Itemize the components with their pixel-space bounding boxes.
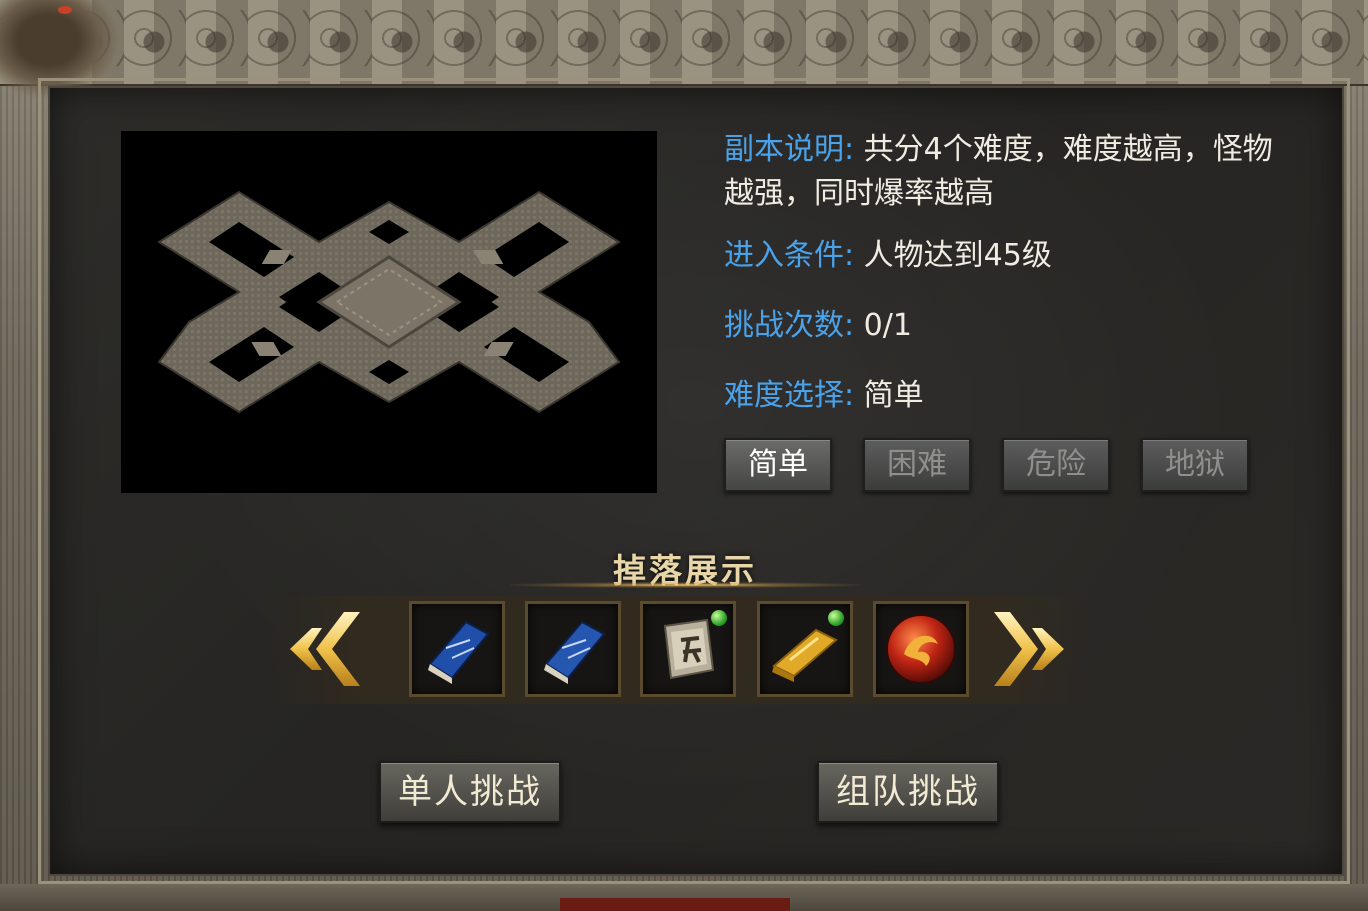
difficulty-button-danger[interactable]: 危险 — [1002, 438, 1110, 492]
dungeon-description: 副本说明: 共分4个难度，难度越高，怪物越强，同时爆率越高 — [724, 128, 1294, 216]
difficulty-button-easy[interactable]: 简单 — [724, 438, 832, 492]
drop-item-slot-2[interactable] — [525, 601, 621, 697]
solo-challenge-button[interactable]: 单人挑战 — [379, 761, 561, 823]
blue-book-icon — [544, 620, 606, 684]
attempt-count: 挑战次数: 0/1 — [724, 304, 912, 348]
frame-top-ornament — [0, 0, 1368, 86]
drop-item-slot-1[interactable] — [409, 601, 505, 697]
difficulty-selection: 难度选择: 简单 — [724, 374, 924, 418]
background-strip — [560, 898, 790, 911]
red-dragon-orb-icon — [886, 614, 956, 684]
scroll-left-arrow-icon[interactable] — [282, 612, 362, 686]
map-image — [157, 190, 621, 414]
drop-item-slot-5[interactable] — [873, 601, 969, 697]
entry-condition: 进入条件: 人物达到45级 — [724, 234, 1052, 278]
difficulty-value: 简单 — [863, 378, 924, 413]
description-label: 副本说明: — [724, 132, 855, 167]
difficulty-button-hard[interactable]: 困难 — [863, 438, 971, 492]
drop-item-slot-4[interactable] — [757, 601, 853, 697]
entry-value: 人物达到45级 — [863, 238, 1052, 273]
difficulty-label: 难度选择: — [724, 378, 855, 413]
green-gem-icon — [828, 610, 844, 626]
green-gem-icon — [711, 610, 727, 626]
difficulty-button-hell[interactable]: 地狱 — [1141, 438, 1249, 492]
dungeon-map-preview — [121, 131, 657, 493]
drop-item-slot-3[interactable] — [640, 601, 736, 697]
scroll-right-arrow-icon[interactable] — [992, 612, 1072, 686]
blue-book-icon — [428, 620, 490, 684]
entry-label: 进入条件: — [724, 238, 855, 273]
title-glow — [510, 582, 860, 588]
attempts-label: 挑战次数: — [724, 308, 855, 343]
attempts-value: 0/1 — [863, 308, 912, 343]
team-challenge-button[interactable]: 组队挑战 — [817, 761, 999, 823]
